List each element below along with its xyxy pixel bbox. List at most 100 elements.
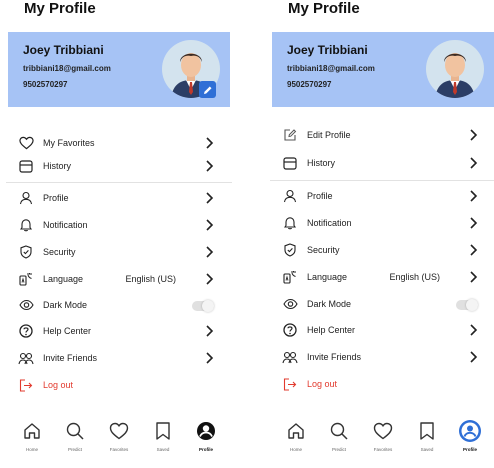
chevron-right-icon <box>206 219 214 231</box>
eye-icon <box>18 297 34 313</box>
menu-item-label: Language <box>307 272 348 282</box>
tab-saved[interactable]: Saved <box>143 420 183 460</box>
menu-item-label: Profile <box>43 193 69 203</box>
eye-icon <box>282 296 298 312</box>
chevron-right-icon <box>206 325 214 337</box>
people-icon <box>282 349 298 365</box>
language-value: English (US) <box>389 272 440 282</box>
menu-item-help-center[interactable]: Help Center <box>6 320 232 342</box>
menu-item-label: Notification <box>43 220 88 230</box>
chevron-right-icon <box>470 217 478 229</box>
bookmark-icon <box>416 420 438 442</box>
menu-item-history[interactable]: History <box>270 152 494 174</box>
menu-item-help-center[interactable]: Help Center <box>270 319 494 341</box>
menu-item-history[interactable]: History <box>6 155 232 177</box>
tab-label: Profile <box>198 447 213 452</box>
edit-avatar-button[interactable] <box>199 81 216 98</box>
menu-item-label: History <box>307 158 336 168</box>
menu-item-profile[interactable]: Profile <box>270 185 494 207</box>
chevron-right-icon <box>206 192 214 204</box>
user-email: tribbiani18@gmail.com <box>287 64 375 73</box>
tab-label: Saved <box>420 447 434 452</box>
menu-item-label: My Favorites <box>43 138 95 148</box>
tab-label: Favorites <box>373 447 393 452</box>
tab-label: Profile <box>462 447 477 452</box>
bottom-tab-bar: Home Predict Favorites Saved Profile <box>6 420 232 460</box>
dark-mode-toggle[interactable] <box>456 299 478 311</box>
language-icon <box>282 269 298 285</box>
profile-icon <box>459 420 481 442</box>
tab-favorites[interactable]: Favorites <box>363 420 403 460</box>
tab-label: Home <box>25 447 38 452</box>
search-icon <box>328 420 350 442</box>
bottom-tab-bar: Home Predict Favorites Saved Profile <box>270 420 494 460</box>
home-icon <box>285 420 307 442</box>
history-icon <box>18 158 34 174</box>
tab-saved[interactable]: Saved <box>407 420 447 460</box>
divider <box>6 182 232 183</box>
menu-item-label: Invite Friends <box>307 352 362 362</box>
tab-label: Home <box>289 447 302 452</box>
menu-item-dark-mode: Dark Mode <box>6 294 232 316</box>
chevron-right-icon <box>206 246 214 258</box>
search-icon <box>64 420 86 442</box>
dark-mode-toggle[interactable] <box>192 300 214 312</box>
user-name: Joey Tribbiani <box>287 43 368 57</box>
avatar[interactable] <box>426 40 484 98</box>
menu-item-language[interactable]: Language English (US) <box>6 268 232 290</box>
menu-item-invite-friends[interactable]: Invite Friends <box>6 347 232 369</box>
page-title: My Profile <box>24 0 96 17</box>
chevron-right-icon <box>206 352 214 364</box>
tab-profile[interactable]: Profile <box>450 420 490 460</box>
tab-profile[interactable]: Profile <box>186 420 226 460</box>
bookmark-icon <box>152 420 174 442</box>
menu-item-my-favorites[interactable]: My Favorites <box>6 132 232 154</box>
logout-icon <box>18 377 34 393</box>
help-icon <box>18 323 34 339</box>
profile-screen-left: My Profile Joey Tribbiani tribbiani18@gm… <box>6 0 232 468</box>
page-title: My Profile <box>288 0 360 17</box>
menu-item-invite-friends[interactable]: Invite Friends <box>270 346 494 368</box>
language-value: English (US) <box>125 274 176 284</box>
menu-item-label: Edit Profile <box>307 130 351 140</box>
user-icon <box>18 190 34 206</box>
chevron-right-icon <box>470 351 478 363</box>
user-icon <box>282 188 298 204</box>
tab-home[interactable]: Home <box>276 420 316 460</box>
menu-item-notification[interactable]: Notification <box>6 214 232 236</box>
chevron-right-icon <box>206 273 214 285</box>
tab-favorites[interactable]: Favorites <box>99 420 139 460</box>
chevron-right-icon <box>470 244 478 256</box>
menu-item-label: Language <box>43 274 84 284</box>
bell-icon <box>18 217 34 233</box>
menu-item-language[interactable]: Language English (US) <box>270 266 494 288</box>
tab-label: Favorites <box>109 447 129 452</box>
menu-item-label: Dark Mode <box>307 299 352 309</box>
toggle-knob <box>202 300 214 312</box>
menu-item-security[interactable]: Security <box>270 239 494 261</box>
menu-item-label: Log out <box>43 380 74 390</box>
menu-item-label: Invite Friends <box>43 353 98 363</box>
home-icon <box>21 420 43 442</box>
tab-home[interactable]: Home <box>12 420 52 460</box>
user-phone: 9502570297 <box>287 80 332 89</box>
menu-item-edit-profile[interactable]: Edit Profile <box>270 124 494 146</box>
menu-item-label: Profile <box>307 191 333 201</box>
menu-item-notification[interactable]: Notification <box>270 212 494 234</box>
chevron-right-icon <box>206 160 214 172</box>
chevron-right-icon <box>470 324 478 336</box>
menu-item-label: Security <box>43 247 76 257</box>
edit-profile-icon <box>282 127 298 143</box>
menu-item-label: Log out <box>307 379 338 389</box>
heart-icon <box>108 420 130 442</box>
tab-predict[interactable]: Predict <box>55 420 95 460</box>
menu-item-security[interactable]: Security <box>6 241 232 263</box>
chevron-right-icon <box>470 271 478 283</box>
user-name: Joey Tribbiani <box>23 43 104 57</box>
menu-item-log-out[interactable]: Log out <box>270 373 494 395</box>
menu-item-profile[interactable]: Profile <box>6 187 232 209</box>
profile-card: Joey Tribbiani tribbiani18@gmail.com 950… <box>272 32 494 107</box>
menu-item-log-out[interactable]: Log out <box>6 374 232 396</box>
tab-label: Saved <box>156 447 170 452</box>
tab-predict[interactable]: Predict <box>319 420 359 460</box>
